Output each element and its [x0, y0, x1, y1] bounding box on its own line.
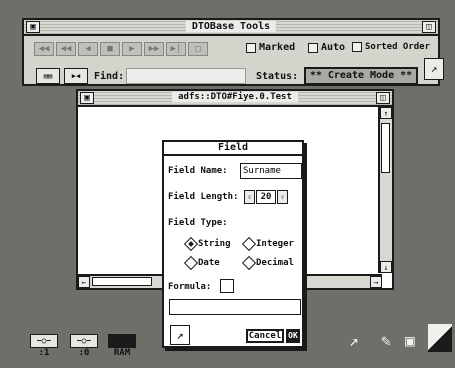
radio-icon[interactable] [183, 255, 199, 271]
type-string-label: String [198, 239, 231, 249]
dialog-title: Field [164, 142, 302, 156]
monitor-icon[interactable]: ▣ [400, 330, 420, 354]
export-icon[interactable]: ↗ [424, 58, 444, 80]
marked-label: Marked [259, 42, 296, 53]
search-options-icon[interactable]: ▶◀ [64, 68, 88, 84]
type-decimal-label: Decimal [256, 258, 294, 268]
floppy-drive-icon: −○− [70, 334, 98, 348]
ok-button[interactable]: OK [286, 329, 300, 343]
radio-icon[interactable] [241, 255, 257, 271]
ram-label: RAM [113, 348, 131, 358]
first-record-button[interactable]: ◀◀ [34, 42, 54, 56]
find-label: Find: [94, 71, 125, 82]
stop-button[interactable]: ■ [100, 42, 120, 56]
type-string-radio[interactable]: String [183, 236, 231, 252]
length-increment-icon[interactable]: ⇧ [277, 190, 288, 204]
paint-brush-icon[interactable]: ✎ [376, 330, 396, 354]
type-date-label: Date [198, 258, 220, 268]
sorted-order-label: Sorted Order [365, 42, 431, 52]
ram-disc-icon[interactable]: RAM [106, 334, 138, 358]
database-window-title: adfs::DTO#Fiye.0.Test [172, 92, 298, 102]
find-input[interactable] [126, 68, 246, 84]
field-type-label: Field Type: [168, 218, 228, 228]
toggle-size-icon[interactable]: ◫ [376, 92, 390, 104]
toggle-size-icon[interactable]: ◫ [422, 21, 436, 33]
drive-1-label: :1 [38, 348, 50, 358]
find-mode-icon[interactable]: ▤▤ [36, 68, 60, 84]
field-dialog: Field Field Name: Field Length: ⇩ 20 ⇧ F… [162, 140, 304, 348]
fast-forward-button[interactable]: ▶▶ [144, 42, 164, 56]
formula-input[interactable] [169, 299, 301, 315]
auto-label: Auto [321, 42, 346, 53]
type-integer-radio[interactable]: Integer [241, 236, 294, 252]
marked-checkbox[interactable] [246, 42, 256, 53]
length-decrement-icon[interactable]: ⇩ [244, 190, 255, 204]
auto-toggle[interactable]: Auto [308, 42, 345, 53]
field-name-label: Field Name: [168, 166, 228, 176]
field-edit-icon[interactable]: ↗ [170, 325, 190, 345]
close-icon[interactable]: ▣ [26, 21, 40, 33]
field-length-label: Field Length: [168, 192, 239, 202]
radio-icon[interactable] [241, 236, 257, 252]
marked-toggle[interactable]: Marked [246, 42, 295, 53]
vertical-scroll-thumb[interactable] [381, 123, 390, 173]
drive-0-icon[interactable]: −○− :0 [68, 334, 100, 358]
sorted-order-toggle[interactable]: Sorted Order [352, 42, 430, 52]
fast-back-button[interactable]: ◀◀ [56, 42, 76, 56]
sorted-checkbox[interactable] [352, 42, 362, 52]
scroll-left-arrow-icon[interactable]: ← [78, 276, 90, 288]
database-titlebar[interactable]: ▣ adfs::DTO#Fiye.0.Test ◫ [78, 91, 392, 107]
drive-1-icon[interactable]: −○− :1 [28, 334, 60, 358]
formula-checkbox[interactable] [220, 279, 234, 293]
radio-selected-icon[interactable] [183, 236, 199, 252]
last-record-button[interactable]: ▶| [166, 42, 186, 56]
palette-icon[interactable] [428, 324, 452, 352]
auto-checkbox[interactable] [308, 42, 318, 53]
scroll-right-arrow-icon[interactable]: → [370, 276, 382, 288]
vertical-scrollbar[interactable]: ↑ ↓ [378, 107, 392, 273]
field-name-input[interactable] [240, 163, 302, 179]
dtobase-tools-window: ▣ DTOBase Tools ◫ ◀◀ ◀◀ ◀ ■ ▶ ▶▶ ▶| □ Ma… [22, 18, 444, 86]
floppy-drive-icon: −○− [30, 334, 58, 348]
type-integer-label: Integer [256, 239, 294, 249]
ram-chip-icon [108, 334, 136, 348]
previous-record-button[interactable]: ◀ [78, 42, 98, 56]
drive-0-label: :0 [78, 348, 90, 358]
app-icon[interactable]: ↗ [344, 330, 364, 354]
tools-titlebar[interactable]: ▣ DTOBase Tools ◫ [24, 20, 438, 36]
scroll-up-arrow-icon[interactable]: ↑ [380, 107, 392, 119]
window-title: DTOBase Tools [185, 21, 277, 32]
close-icon[interactable]: ▣ [80, 92, 94, 104]
next-record-button[interactable]: ▶ [122, 42, 142, 56]
status-mode-button[interactable]: ** Create Mode ** [304, 67, 418, 85]
cancel-button[interactable]: Cancel [246, 329, 284, 343]
status-label: Status: [256, 71, 299, 82]
formula-label: Formula: [168, 282, 212, 292]
field-length-value[interactable]: 20 [256, 190, 276, 204]
new-record-button[interactable]: □ [188, 42, 208, 56]
horizontal-scroll-thumb[interactable] [92, 277, 152, 286]
type-date-radio[interactable]: Date [183, 255, 220, 271]
scroll-down-arrow-icon[interactable]: ↓ [380, 261, 392, 273]
type-decimal-radio[interactable]: Decimal [241, 255, 294, 271]
